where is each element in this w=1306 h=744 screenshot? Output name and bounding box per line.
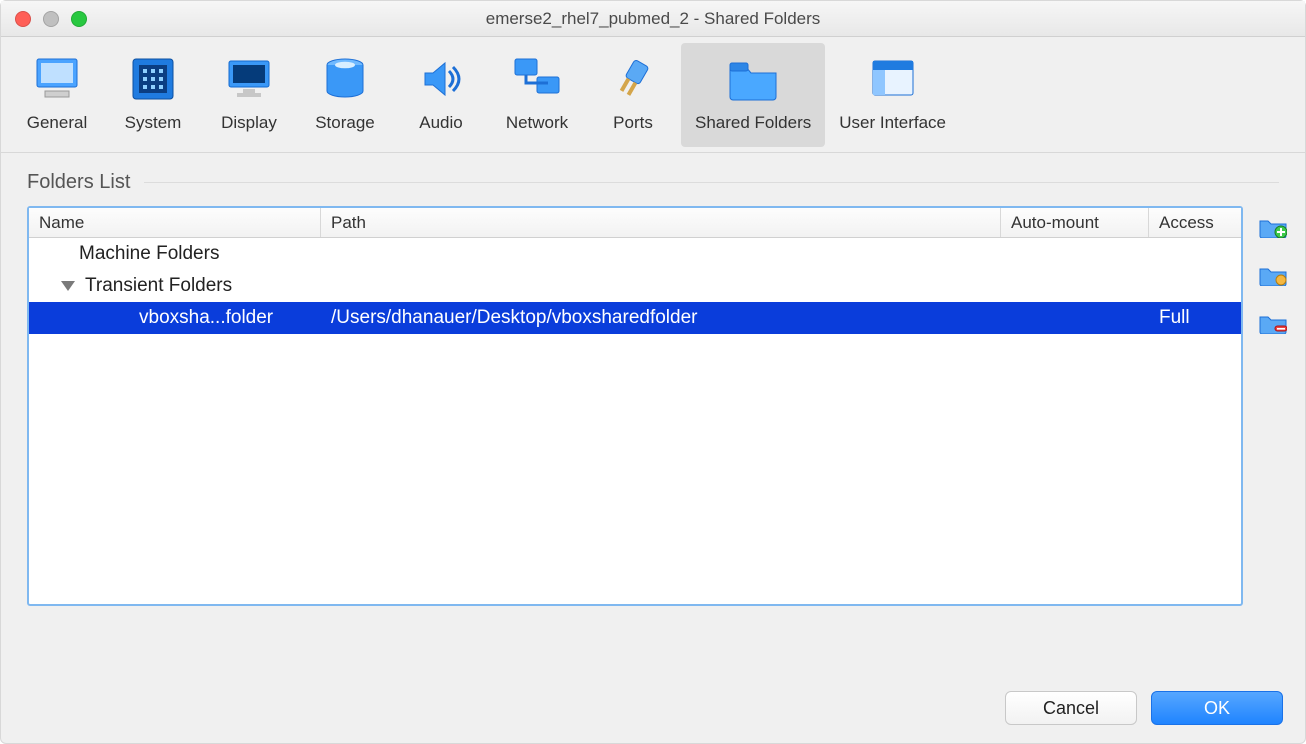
group-machine-folders[interactable]: Machine Folders	[29, 238, 1241, 270]
tab-label: Display	[221, 113, 277, 133]
section-header: Folders List	[27, 171, 1279, 194]
storage-icon	[319, 51, 371, 107]
button-label: Cancel	[1043, 698, 1099, 719]
folders-table[interactable]: Name Path Auto-mount Access Machine Fold…	[27, 206, 1243, 606]
network-icon	[511, 51, 563, 107]
cancel-button[interactable]: Cancel	[1005, 691, 1137, 725]
chevron-down-icon[interactable]	[61, 281, 75, 291]
tab-label: Shared Folders	[695, 113, 811, 133]
tab-ports[interactable]: Ports	[585, 43, 681, 147]
group-label: Machine Folders	[79, 243, 219, 265]
side-action-buttons	[1253, 206, 1293, 675]
tab-label: System	[125, 113, 182, 133]
table-header: Name Path Auto-mount Access	[29, 208, 1241, 238]
folders-list-section: Folders List	[1, 153, 1305, 206]
audio-icon	[415, 51, 467, 107]
divider	[144, 182, 1279, 183]
dialog-buttons: Cancel OK	[1, 675, 1305, 743]
user-interface-icon	[867, 51, 919, 107]
table-body: Machine Folders Transient Folders vboxsh…	[29, 238, 1241, 604]
col-auto-mount[interactable]: Auto-mount	[1001, 208, 1149, 237]
group-transient-folders[interactable]: Transient Folders	[29, 270, 1241, 302]
tab-label: Audio	[419, 113, 462, 133]
col-path[interactable]: Path	[321, 208, 1001, 237]
tab-shared-folders[interactable]: Shared Folders	[681, 43, 825, 147]
group-label: Transient Folders	[85, 275, 232, 297]
tab-general[interactable]: General	[9, 43, 105, 147]
shared-folders-icon	[724, 51, 782, 107]
col-access[interactable]: Access	[1149, 208, 1241, 237]
settings-toolbar: General System Display	[1, 37, 1305, 153]
tab-network[interactable]: Network	[489, 43, 585, 147]
tab-label: General	[27, 113, 87, 133]
edit-folder-button[interactable]	[1259, 264, 1287, 286]
ports-icon	[607, 51, 659, 107]
tab-display[interactable]: Display	[201, 43, 297, 147]
system-icon	[127, 51, 179, 107]
tab-label: User Interface	[839, 113, 946, 133]
ok-button[interactable]: OK	[1151, 691, 1283, 725]
tab-label: Ports	[613, 113, 653, 133]
button-label: OK	[1204, 698, 1230, 719]
tab-label: Storage	[315, 113, 375, 133]
general-icon	[31, 51, 83, 107]
row-cell-path: /Users/dhanauer/Desktop/vboxsharedfolder	[321, 307, 1001, 329]
row-cell-name: vboxsha...folder	[29, 307, 321, 329]
display-icon	[223, 51, 275, 107]
add-folder-button[interactable]	[1259, 216, 1287, 238]
remove-folder-button[interactable]	[1259, 312, 1287, 334]
tab-storage[interactable]: Storage	[297, 43, 393, 147]
col-name[interactable]: Name	[29, 208, 321, 237]
row-cell-access: Full	[1149, 307, 1241, 329]
titlebar: emerse2_rhel7_pubmed_2 - Shared Folders	[1, 1, 1305, 37]
tab-system[interactable]: System	[105, 43, 201, 147]
table-row[interactable]: vboxsha...folder /Users/dhanauer/Desktop…	[29, 302, 1241, 334]
content-area: Name Path Auto-mount Access Machine Fold…	[1, 206, 1305, 675]
tab-label: Network	[506, 113, 568, 133]
window-title: emerse2_rhel7_pubmed_2 - Shared Folders	[1, 9, 1305, 29]
settings-window: emerse2_rhel7_pubmed_2 - Shared Folders …	[0, 0, 1306, 744]
section-title: Folders List	[27, 171, 130, 194]
tab-audio[interactable]: Audio	[393, 43, 489, 147]
tab-user-interface[interactable]: User Interface	[825, 43, 960, 147]
